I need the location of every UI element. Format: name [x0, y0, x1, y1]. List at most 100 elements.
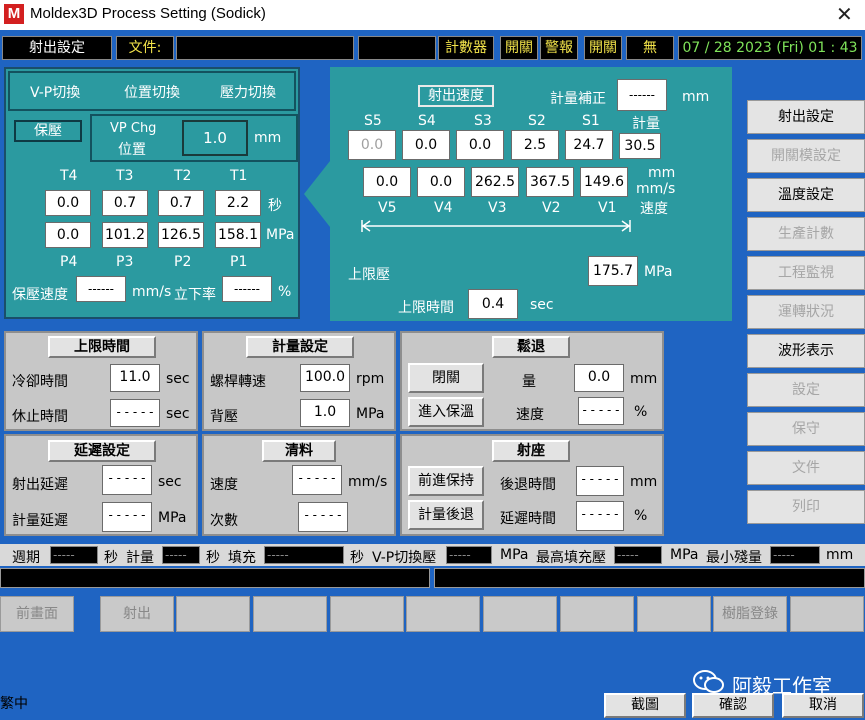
t2-input[interactable]: 0.7 — [158, 190, 204, 216]
vp-chg-value-field[interactable]: 1.0 — [182, 120, 248, 156]
p3-input[interactable]: 101.2 — [102, 222, 148, 248]
inject-button[interactable]: 射出 — [100, 596, 174, 632]
p2-input[interactable]: 126.5 — [158, 222, 204, 248]
p4-input[interactable]: 0.0 — [45, 222, 91, 248]
v4-label: V4 — [434, 200, 453, 216]
back-pressure-input[interactable]: 1.0 — [300, 399, 350, 427]
sidebar-item-mold-open-close[interactable]: 開關模設定 — [747, 139, 865, 173]
upper-pressure-input[interactable]: 175.7 — [588, 256, 638, 286]
cooling-time-input[interactable]: 11.0 — [110, 364, 160, 392]
function-button-6[interactable] — [406, 596, 480, 632]
min-cushion-unit: mm — [826, 547, 854, 563]
decompression-toggle-button[interactable]: 閉關 — [408, 363, 484, 393]
metering-retract-button[interactable]: 計量後退 — [408, 500, 484, 530]
s4-input[interactable]: 0.0 — [402, 130, 450, 160]
purge-count-input[interactable]: - - - - - — [298, 502, 348, 532]
sidebar-item-waveform[interactable]: 波形表示 — [747, 334, 865, 368]
s3-input[interactable]: 0.0 — [456, 130, 504, 160]
prev-screen-button[interactable]: 前畫面 — [0, 596, 74, 632]
sidebar-item-inject-setting[interactable]: 射出設定 — [747, 100, 865, 134]
upper-time-label: 上限時間 — [398, 300, 454, 316]
purge-count-label: 次數 — [210, 513, 238, 529]
sidebar-item-maintenance[interactable]: 保守 — [747, 412, 865, 446]
close-icon[interactable]: ✕ — [836, 2, 853, 26]
resin-register-button[interactable]: 樹脂登錄 — [713, 596, 787, 632]
metering-delay-input[interactable]: - - - - - — [102, 502, 152, 532]
metering-setting-title: 計量設定 — [246, 336, 354, 358]
t4-input[interactable]: 0.0 — [45, 190, 91, 216]
t3-input[interactable]: 0.7 — [102, 190, 148, 216]
sidebar-item-file[interactable]: 文件 — [747, 451, 865, 485]
speed-unit: mm/s — [636, 181, 676, 197]
function-button-9[interactable] — [637, 596, 711, 632]
s5-label: S5 — [364, 113, 382, 129]
hold-speed-input[interactable]: ------ — [76, 276, 126, 302]
purge-speed-input[interactable]: - - - - - — [292, 465, 342, 495]
decompression-speed-input[interactable]: - - - - - — [578, 397, 624, 425]
alarm-toggle: 開關 — [584, 36, 622, 60]
inject-delay-unit: sec — [158, 474, 182, 490]
tab-pressure-switch[interactable]: 壓力切換 — [220, 82, 276, 102]
purge-title: 清料 — [262, 440, 336, 462]
sidebar-item-temperature[interactable]: 溫度設定 — [747, 178, 865, 212]
rise-rate-input[interactable]: ------ — [222, 276, 272, 302]
pause-time-unit: sec — [166, 406, 190, 422]
v3-input[interactable]: 262.5 — [471, 167, 519, 197]
screw-speed-label: 螺桿轉速 — [210, 374, 266, 390]
retract-time-input[interactable]: - - - - - — [576, 466, 624, 496]
metering-input[interactable]: 30.5 — [619, 133, 661, 159]
nozzle-delay-input[interactable]: - - - - - — [576, 501, 624, 531]
limit-time-title: 上限時間 — [48, 336, 156, 358]
v2-input[interactable]: 367.5 — [526, 167, 574, 197]
p1-input[interactable]: 158.1 — [215, 222, 261, 248]
sidebar-item-production-count[interactable]: 生產計數 — [747, 217, 865, 251]
decompression-amount-unit: mm — [630, 371, 658, 387]
p2-label: P2 — [174, 254, 192, 270]
v5-input[interactable]: 0.0 — [363, 167, 411, 197]
t4-label: T4 — [60, 168, 78, 184]
s1-label: S1 — [582, 113, 600, 129]
sidebar-item-print[interactable]: 列印 — [747, 490, 865, 524]
screenshot-button[interactable]: 截圖 — [604, 693, 686, 718]
cancel-button[interactable]: 取消 — [782, 693, 864, 718]
screw-speed-input[interactable]: 100.0 — [300, 364, 350, 392]
sidebar-item-settings[interactable]: 設定 — [747, 373, 865, 407]
function-button-11[interactable] — [790, 596, 864, 632]
function-button-4[interactable] — [253, 596, 327, 632]
meter-time-label: 計量 — [126, 550, 154, 566]
v1-input[interactable]: 149.6 — [580, 167, 628, 197]
t1-input[interactable]: 2.2 — [215, 190, 261, 216]
function-button-3[interactable] — [176, 596, 250, 632]
hold-speed-unit: mm/s — [132, 284, 172, 300]
tab-vp-switch[interactable]: V-P切換 — [30, 82, 80, 102]
forward-hold-button[interactable]: 前進保持 — [408, 466, 484, 496]
metering-delay-label: 計量延遲 — [12, 513, 68, 529]
s1-input[interactable]: 24.7 — [565, 130, 613, 160]
v4-input[interactable]: 0.0 — [417, 167, 465, 197]
metering-comp-input[interactable]: ------ — [617, 79, 667, 111]
decompression-amount-input[interactable]: 0.0 — [574, 364, 624, 392]
s2-input[interactable]: 2.5 — [511, 130, 559, 160]
injection-speed-button[interactable]: 射出速度 — [418, 85, 494, 107]
purge-speed-label: 速度 — [210, 477, 238, 493]
function-button-7[interactable] — [483, 596, 557, 632]
enter-hold-button[interactable]: 進入保溫 — [408, 397, 484, 427]
purge-speed-unit: mm/s — [348, 474, 388, 490]
confirm-button[interactable]: 確認 — [692, 693, 774, 718]
function-button-5[interactable] — [330, 596, 404, 632]
sidebar-item-operation-status[interactable]: 運轉狀況 — [747, 295, 865, 329]
app-logo: M — [4, 4, 24, 24]
inject-delay-input[interactable]: - - - - - — [102, 465, 152, 495]
upper-time-input[interactable]: 0.4 — [468, 289, 518, 319]
back-pressure-unit: MPa — [356, 406, 385, 422]
rise-rate-unit: % — [278, 284, 292, 300]
message-bar-right — [434, 568, 865, 588]
nozzle-title: 射座 — [492, 440, 570, 462]
sidebar-item-process-monitor[interactable]: 工程監視 — [747, 256, 865, 290]
tab-position-switch[interactable]: 位置切換 — [124, 82, 180, 102]
metering-label: 計量 — [632, 116, 660, 132]
function-button-8[interactable] — [560, 596, 634, 632]
s5-input[interactable]: 0.0 — [348, 130, 396, 160]
hold-pressure-button[interactable]: 保壓 — [14, 120, 82, 142]
pause-time-input[interactable]: - - - - - — [110, 399, 160, 427]
